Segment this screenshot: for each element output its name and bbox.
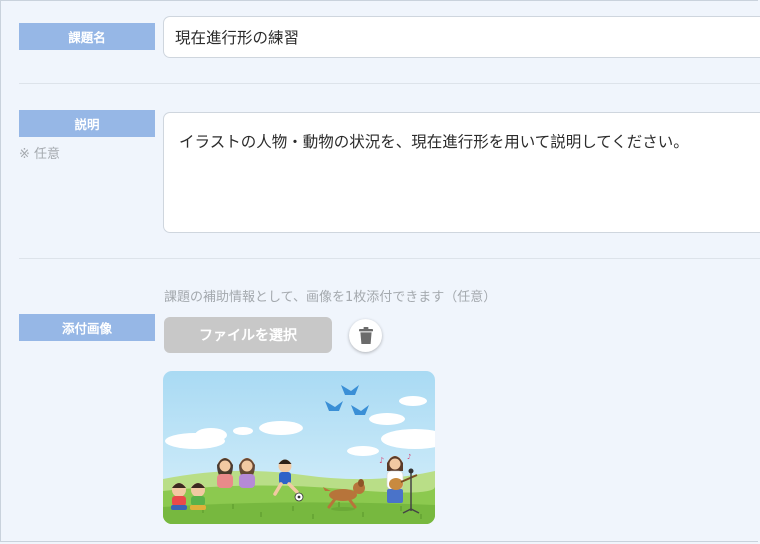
title-input[interactable]: [163, 16, 760, 58]
trash-icon: [358, 327, 373, 344]
svg-text:♪: ♪: [379, 456, 384, 465]
description-textarea[interactable]: イラストの人物・動物の状況を、現在進行形を用いて説明してください。: [163, 112, 760, 233]
svg-text:♪: ♪: [407, 453, 411, 461]
delete-image-button[interactable]: [349, 319, 382, 352]
attachment-hint: 課題の補助情報として、画像を1枚添付できます（任意）: [164, 290, 497, 305]
title-label: 課題名: [19, 23, 155, 50]
description-label: 説明: [19, 110, 155, 137]
divider: [19, 83, 760, 84]
optional-note: ※ 任意: [19, 147, 61, 162]
select-file-button[interactable]: ファイルを選択: [164, 317, 332, 353]
attachment-preview-image: ♪ ♪: [163, 371, 435, 524]
divider: [19, 258, 760, 259]
attachment-label: 添付画像: [19, 314, 155, 341]
